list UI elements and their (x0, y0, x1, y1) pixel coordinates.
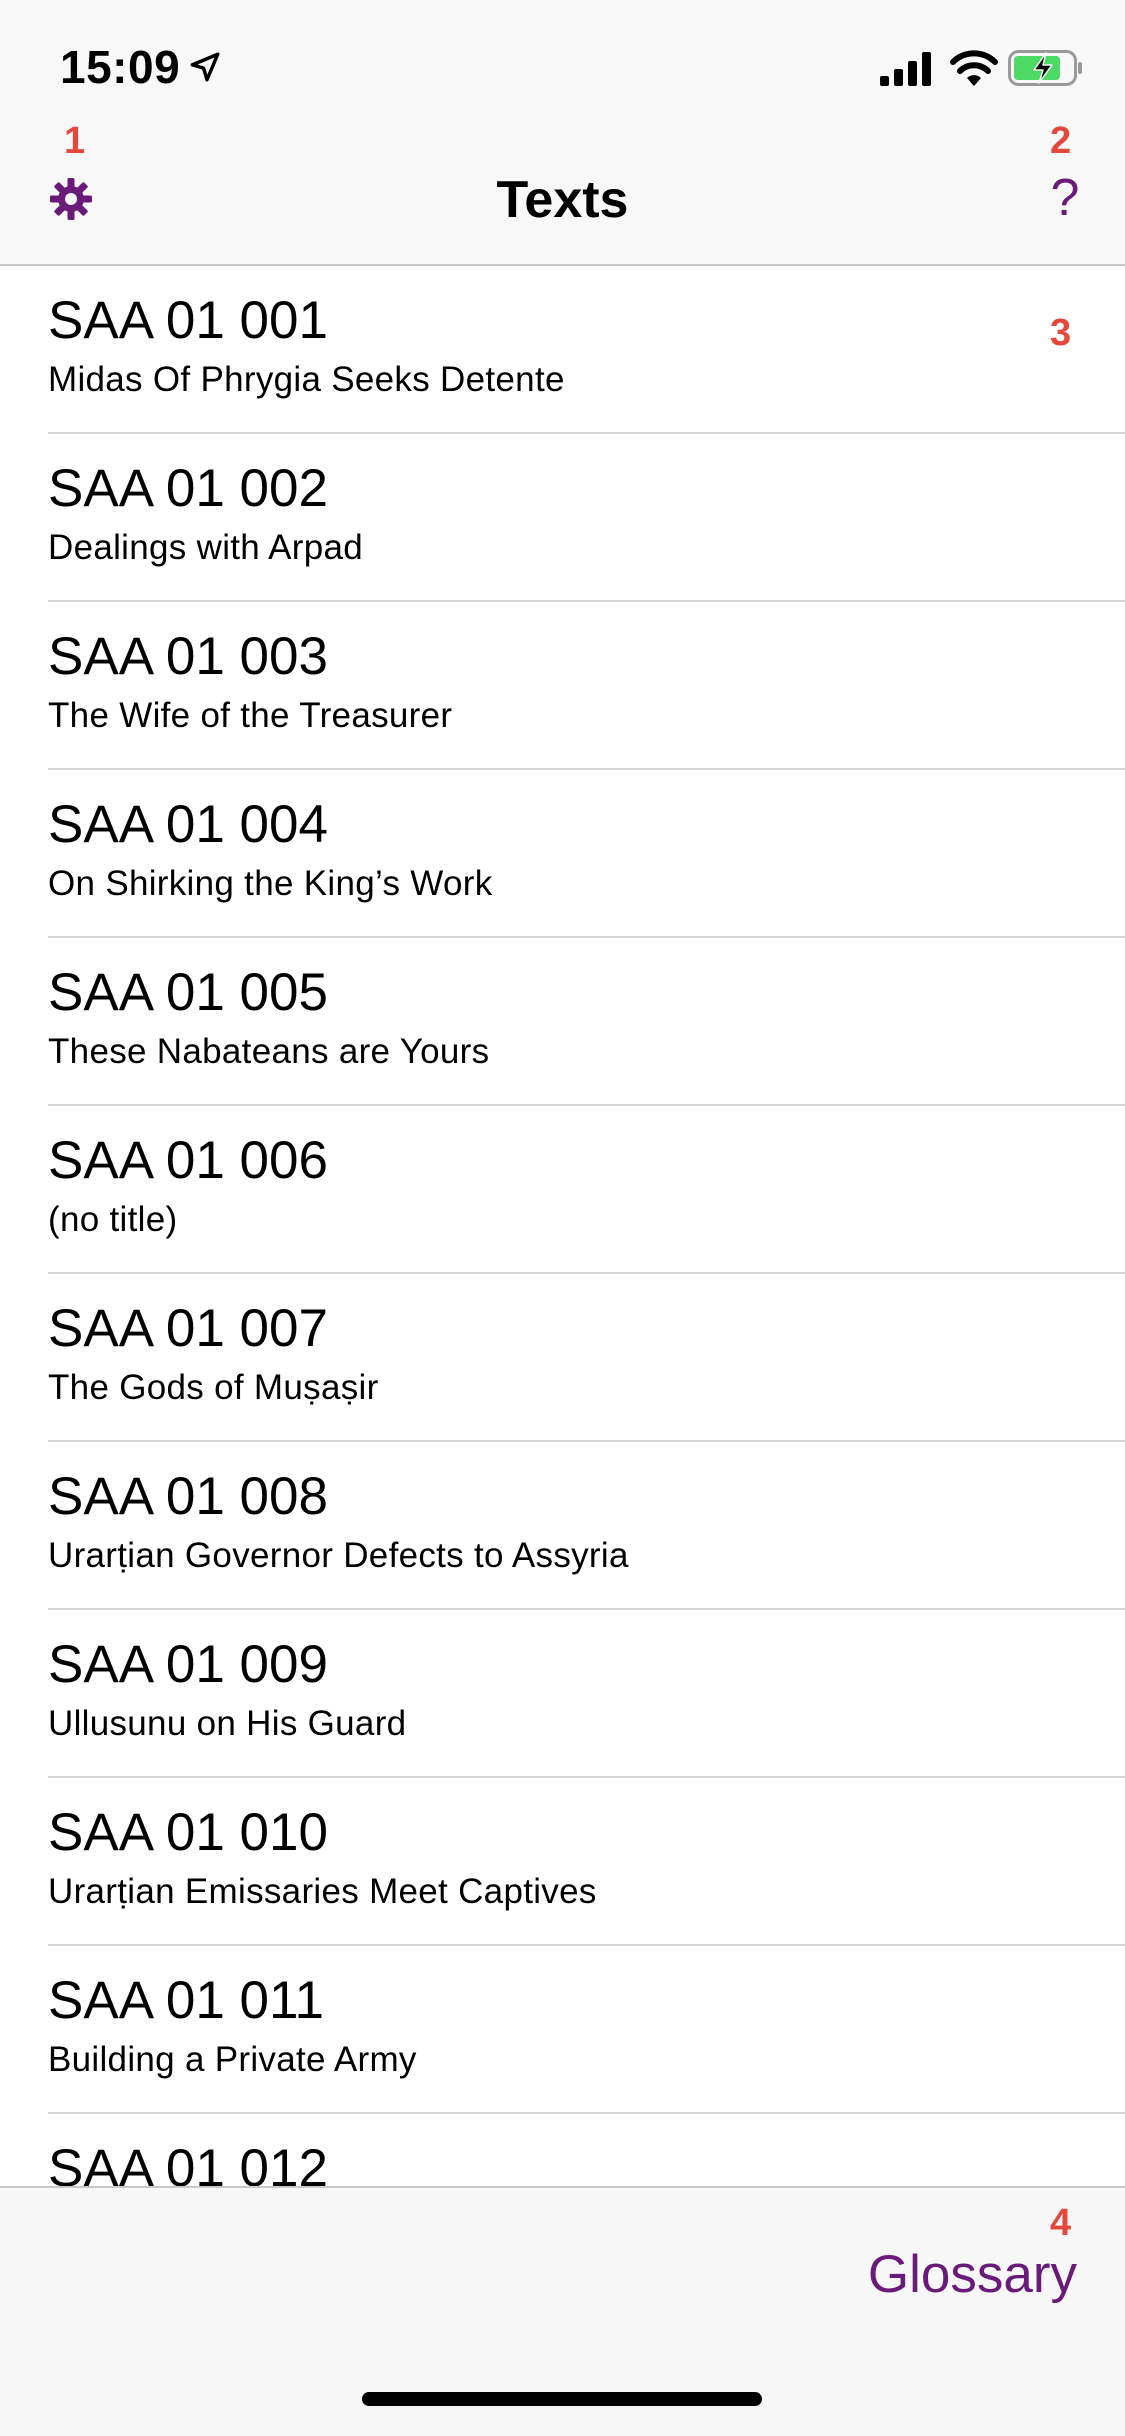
texts-list: SAA 01 001 Midas Of Phrygia Seeks Detente… (0, 266, 1125, 2186)
glossary-button[interactable]: Glossary (868, 2244, 1077, 2305)
text-title-label: The Gods of Muṣaṣir (48, 1368, 379, 1407)
settings-button[interactable] (44, 172, 98, 226)
list-item[interactable]: SAA 01 009 Ullusunu on His Guard (0, 1610, 1125, 1778)
list-item[interactable]: SAA 01 001 Midas Of Phrygia Seeks Detente (0, 266, 1125, 434)
list-item[interactable]: SAA 01 008 Urarṭian Governor Defects to A… (0, 1442, 1125, 1610)
list-item[interactable]: SAA 01 006 (no title) (0, 1106, 1125, 1274)
text-title-label: Midas Of Phrygia Seeks Detente (48, 360, 565, 399)
text-id-label: SAA 01 010 (48, 1803, 328, 1862)
text-id-label: SAA 01 009 (48, 1635, 328, 1694)
list-item[interactable]: SAA 01 012 (0, 2114, 1125, 2186)
text-id-label: SAA 01 002 (48, 459, 328, 518)
text-id-label: SAA 01 003 (48, 627, 328, 686)
text-id-label: SAA 01 007 (48, 1299, 328, 1358)
annotation-marker-3: 3 (1050, 312, 1072, 354)
text-id-label: SAA 01 012 (48, 2139, 328, 2186)
cellular-signal-icon (880, 52, 931, 86)
text-title-label: (no title) (48, 1200, 178, 1239)
text-id-label: SAA 01 008 (48, 1467, 328, 1526)
text-title-label: The Wife of the Treasurer (48, 696, 453, 735)
annotation-marker-2: 2 (1050, 120, 1072, 162)
annotation-marker-1: 1 (64, 120, 86, 162)
navigation-bar (0, 132, 1125, 266)
gear-icon (50, 178, 92, 220)
text-title-label: Building a Private Army (48, 2040, 417, 2079)
list-item[interactable]: SAA 01 007 The Gods of Muṣaṣir (0, 1274, 1125, 1442)
text-title-label: On Shirking the King’s Work (48, 864, 493, 903)
text-title-label: Urarṭian Emissaries Meet Captives (48, 1872, 597, 1911)
list-item[interactable]: SAA 01 011 Building a Private Army (0, 1946, 1125, 2114)
help-button[interactable]: ? (1040, 166, 1090, 230)
annotation-marker-4: 4 (1050, 2202, 1072, 2244)
screen: 15:09 1 2 Texts ? SAA 01 001 Midas Of Ph… (0, 0, 1125, 2436)
text-id-label: SAA 01 006 (48, 1131, 328, 1190)
location-arrow-icon (190, 52, 220, 82)
text-title-label: Urarṭian Governor Defects to Assyria (48, 1536, 629, 1575)
list-item[interactable]: SAA 01 002 Dealings with Arpad (0, 434, 1125, 602)
text-id-label: SAA 01 011 (48, 1971, 325, 2030)
wifi-icon (950, 50, 998, 86)
battery-charging-icon (1008, 50, 1082, 86)
list-item[interactable]: SAA 01 004 On Shirking the King’s Work (0, 770, 1125, 938)
text-title-label: These Nabateans are Yours (48, 1032, 490, 1071)
text-id-label: SAA 01 004 (48, 795, 328, 854)
list-item[interactable]: SAA 01 003 The Wife of the Treasurer (0, 602, 1125, 770)
text-id-label: SAA 01 001 (48, 291, 328, 350)
text-title-label: Dealings with Arpad (48, 528, 364, 567)
list-item[interactable]: SAA 01 005 These Nabateans are Yours (0, 938, 1125, 1106)
status-time: 15:09 (60, 41, 181, 93)
list-item[interactable]: SAA 01 010 Urarṭian Emissaries Meet Capti… (0, 1778, 1125, 1946)
text-id-label: SAA 01 005 (48, 963, 328, 1022)
status-bar: 15:09 (0, 0, 1125, 132)
text-title-label: Ullusunu on His Guard (48, 1704, 407, 1743)
home-indicator[interactable] (362, 2392, 762, 2406)
